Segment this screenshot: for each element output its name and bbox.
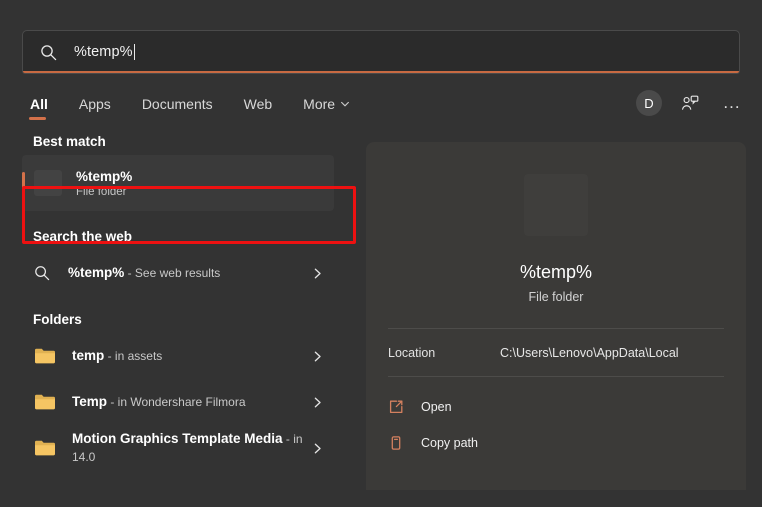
search-icon <box>40 44 57 61</box>
header-actions: D ... <box>636 90 746 116</box>
folder-icon <box>34 439 56 457</box>
folder-result-title: Motion Graphics Template Media <box>72 431 283 446</box>
section-heading-search-the-web: Search the web <box>0 229 346 244</box>
feedback-person-icon <box>681 95 699 112</box>
open-action-label: Open <box>421 400 452 414</box>
folder-icon <box>34 393 56 411</box>
chevron-right-icon[interactable] <box>311 442 324 455</box>
folder-result-suffix: - in Wondershare Filmora <box>107 395 246 409</box>
folder-result-temp-filmora[interactable]: Temp - in Wondershare Filmora <box>22 379 334 425</box>
tab-documents-label: Documents <box>142 96 213 112</box>
copy-path-icon <box>388 435 404 451</box>
preview-hero: %temp% File folder <box>366 142 746 304</box>
search-input[interactable]: %temp% <box>22 30 740 74</box>
best-match-title: %temp% <box>76 169 132 184</box>
web-search-result[interactable]: %temp% - See web results <box>22 250 334 296</box>
folder-result-title: Temp <box>72 394 107 409</box>
web-search-suffix: - See web results <box>124 266 220 280</box>
section-heading-folders: Folders <box>0 312 346 327</box>
chevron-right-icon[interactable] <box>311 350 324 363</box>
copy-path-action-label: Copy path <box>421 436 478 450</box>
preview-location-row: Location C:\Users\Lenovo\AppData\Local <box>366 329 746 376</box>
folder-result-temp-assets[interactable]: temp - in assets <box>22 333 334 379</box>
search-bar-container: %temp% <box>22 30 740 74</box>
more-options-button[interactable]: ... <box>718 90 746 116</box>
folder-result-title: temp <box>72 348 104 363</box>
tab-apps[interactable]: Apps <box>77 94 113 122</box>
location-label: Location <box>388 346 500 360</box>
best-match-result[interactable]: %temp% File folder <box>22 155 334 211</box>
tab-web-label: Web <box>244 96 273 112</box>
section-heading-best-match: Best match <box>0 134 346 149</box>
tab-all[interactable]: All <box>28 94 50 122</box>
location-value: C:\Users\Lenovo\AppData\Local <box>500 346 679 360</box>
folder-placeholder-icon <box>34 170 62 196</box>
search-input-value: %temp% <box>74 44 133 60</box>
tab-more-label: More <box>303 96 335 112</box>
preview-subtitle: File folder <box>529 290 584 304</box>
open-action[interactable]: Open <box>366 389 746 425</box>
ellipsis-icon: ... <box>723 98 740 108</box>
open-external-icon <box>388 399 404 415</box>
folder-placeholder-icon <box>524 174 588 236</box>
copy-path-action[interactable]: Copy path <box>366 425 746 461</box>
tab-all-label: All <box>30 96 48 112</box>
preview-panel: %temp% File folder Location C:\Users\Len… <box>366 142 746 490</box>
feedback-button[interactable] <box>676 90 704 116</box>
folder-result-suffix: - in assets <box>104 349 162 363</box>
chevron-right-icon[interactable] <box>311 267 324 280</box>
search-icon <box>34 265 50 281</box>
tab-documents[interactable]: Documents <box>140 94 215 122</box>
tab-more[interactable]: More <box>301 94 352 122</box>
folder-result-motion-graphics[interactable]: Motion Graphics Template Media - in 14.0 <box>22 425 334 471</box>
best-match-subtitle: File folder <box>76 186 132 198</box>
tab-apps-label: Apps <box>79 96 111 112</box>
web-search-query: %temp% <box>68 265 124 280</box>
avatar-initial: D <box>644 96 653 111</box>
chevron-down-icon <box>340 99 350 109</box>
folder-icon <box>34 347 56 365</box>
avatar[interactable]: D <box>636 90 662 116</box>
results-list: Best match %temp% File folder Search the… <box>0 134 362 507</box>
text-caret <box>134 44 135 60</box>
tab-web[interactable]: Web <box>242 94 275 122</box>
filter-tabs: All Apps Documents Web More <box>28 94 352 122</box>
chevron-right-icon[interactable] <box>311 396 324 409</box>
windows-search-flyout: %temp% All Apps Documents Web More D <box>0 0 762 507</box>
preview-title: %temp% <box>520 262 592 283</box>
